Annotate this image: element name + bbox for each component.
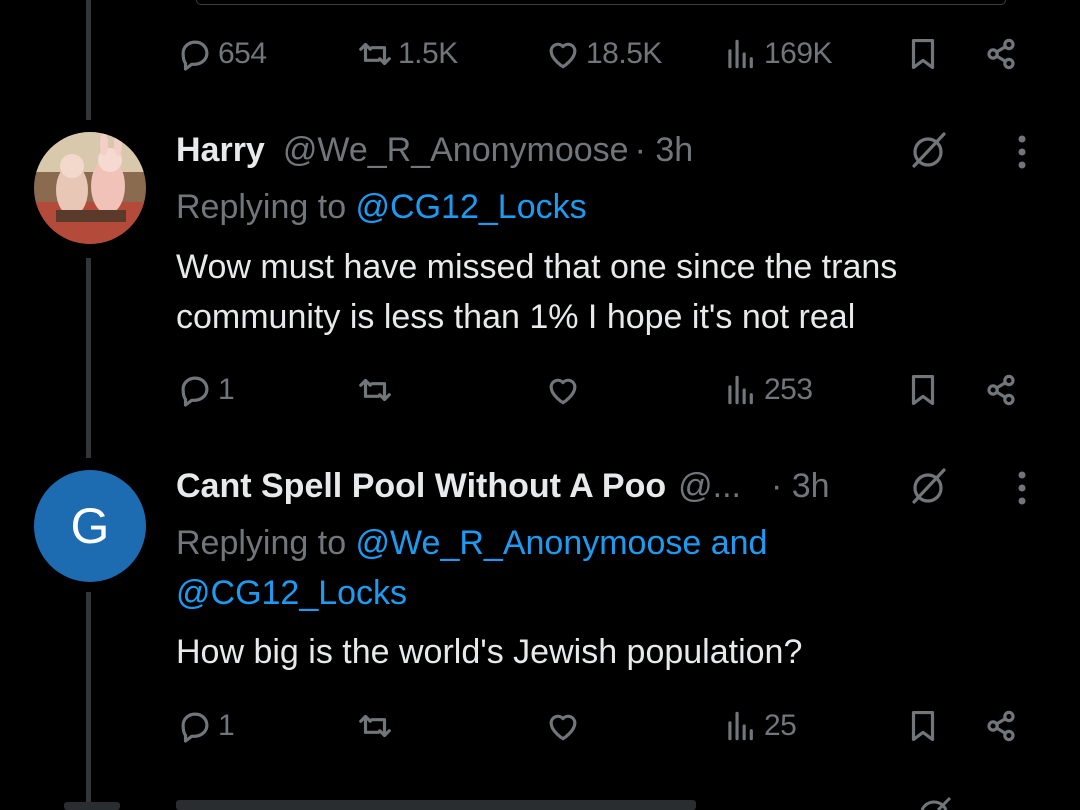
replying-to-prefix: Replying to [176,524,356,562]
like-button[interactable] [544,704,582,748]
share-icon [987,38,1015,70]
bookmark-button[interactable] [904,704,942,748]
grok-icon [920,796,952,810]
media-bottom-edge [196,0,1006,5]
tweet-text-line: How big is the world's Jewish population… [176,633,803,671]
tweet-text-line: Wow must have missed that one since the … [176,248,898,286]
replying-to: Replying to @We_R_Anonymoose and @CG12_L… [176,518,767,618]
user-name[interactable]: Harry [176,131,265,170]
grok-icon[interactable] [906,464,950,508]
user-name[interactable]: Cant Spell Pool Without A Poo [176,467,666,506]
share-icon [987,710,1015,742]
heart-icon [549,378,577,405]
timestamp[interactable]: · 3h [771,467,830,506]
thread-line-middle [86,258,91,458]
reply-button[interactable]: 1 [176,704,235,748]
share-button[interactable] [982,32,1020,76]
bookmark-button[interactable] [904,32,942,76]
bookmark-icon [911,38,935,70]
share-icon [987,374,1015,406]
grok-icon[interactable] [906,128,950,172]
repost-icon [359,714,391,738]
bookmark-icon [911,374,935,406]
repost-button[interactable]: 1.5K [356,32,458,76]
top-tweet-action-bar: 654 1.5K 18.5K 169K [176,32,1036,76]
reply-button[interactable]: 1 [176,368,235,412]
thread-line-top [86,0,91,120]
heart-icon [549,42,577,69]
repost-button[interactable] [356,368,394,412]
reply-button[interactable]: 654 [176,32,267,76]
bookmark-button[interactable] [904,368,942,412]
avatar[interactable]: G [34,470,146,582]
mention-link[interactable]: @CG12_Locks [176,574,407,612]
reply-count: 1 [218,373,235,406]
like-button[interactable] [544,368,582,412]
reply-icon [181,40,209,71]
thread-line-bottom [86,592,91,802]
user-handle[interactable]: @We_R_Anonymoose [283,131,629,170]
replying-to-prefix: Replying to [176,188,356,226]
tweet-text-line: community is less than 1% I hope it's no… [176,298,856,336]
reply-icon [181,712,209,743]
views-count: 25 [764,709,797,742]
avatar[interactable] [34,132,146,244]
mention-link[interactable]: @We_R_Anonymoose and [356,524,768,562]
more-options-icon[interactable] [1012,466,1032,510]
reply-count: 1 [218,709,235,742]
reply-count: 654 [218,37,267,70]
user-handle[interactable]: @... [678,467,741,506]
share-button[interactable] [982,704,1020,748]
repost-icon [359,42,391,66]
avatar-letter: G [70,498,110,554]
views-button[interactable]: 253 [722,368,813,412]
like-button[interactable]: 18.5K [544,32,662,76]
timestamp[interactable]: · 3h [635,131,694,170]
repost-button[interactable] [356,704,394,748]
replying-to: Replying to @CG12_Locks [176,182,587,232]
share-button[interactable] [982,368,1020,412]
bookmark-icon [911,710,935,742]
tweet-text: Wow must have missed that one since the … [176,242,1016,342]
like-count: 18.5K [586,37,662,70]
reply-action-bar: 1 253 [176,368,1036,412]
mention-link[interactable]: @CG12_Locks [356,188,587,226]
reply-header: Cant Spell Pool Without A Poo @... · 3h [176,464,830,508]
views-icon [728,375,753,405]
repost-icon [359,378,391,402]
reply-action-bar: 1 25 [176,704,1036,748]
views-icon [728,711,753,741]
repost-count: 1.5K [398,37,458,70]
views-count: 169K [764,37,833,70]
views-button[interactable]: 169K [722,32,833,76]
more-options-icon[interactable] [1012,130,1032,174]
tweet-text: How big is the world's Jewish population… [176,627,1016,677]
views-count: 253 [764,373,813,406]
reply-header: Harry @We_R_Anonymoose · 3h [176,128,693,172]
reply-icon [181,376,209,407]
views-button[interactable]: 25 [722,704,797,748]
heart-icon [549,714,577,741]
views-icon [728,39,753,69]
next-reply-partial [176,800,696,810]
next-avatar-partial [64,802,120,810]
